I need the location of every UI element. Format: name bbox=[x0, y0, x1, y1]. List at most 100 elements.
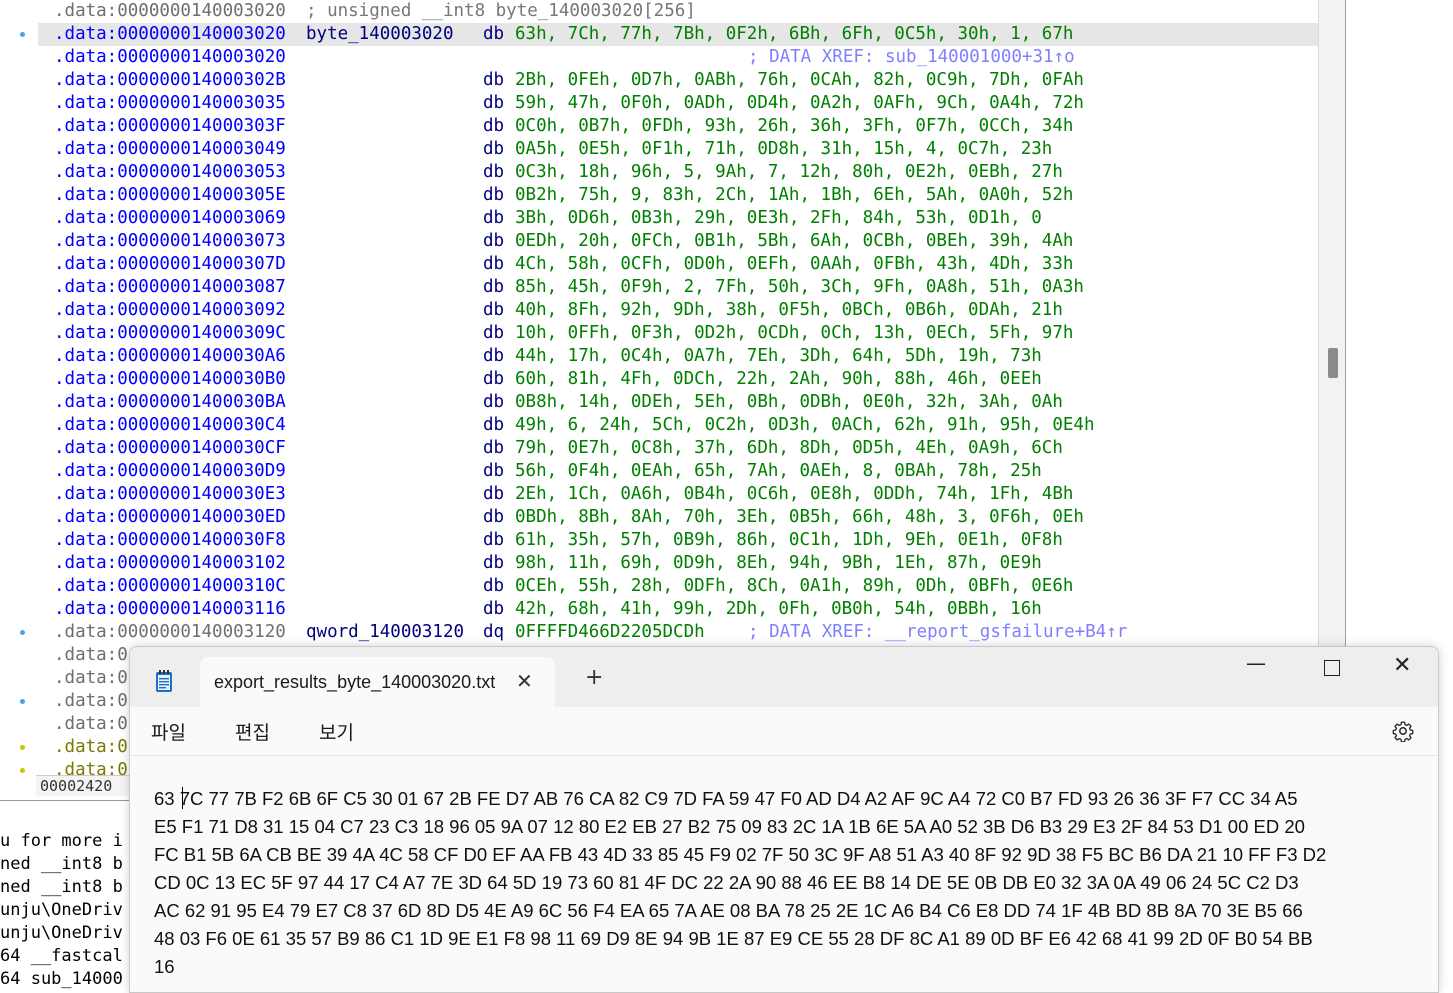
menu-edit[interactable]: 편집 bbox=[235, 718, 270, 745]
line-address[interactable]: .data:00000001400030B0 bbox=[54, 368, 286, 391]
line-operands[interactable]: 85h, 45h, 0F9h, 2, 7Fh, 50h, 3Ch, 9Fh, 0… bbox=[515, 276, 1084, 299]
line-address[interactable]: .data:00000001400030A6 bbox=[54, 345, 286, 368]
ida-line[interactable]: .data:000000014000305E db 0B2h, 75h, 9, 83… bbox=[38, 184, 1318, 207]
line-operands[interactable]: 10h, 0FFh, 0F3h, 0D2h, 0CDh, 0Ch, 13h, 0… bbox=[515, 322, 1073, 345]
line-operands[interactable]: 0C0h, 0B7h, 0FDh, 93h, 26h, 36h, 3Fh, 0F… bbox=[515, 115, 1073, 138]
ida-line[interactable]: .data:0000000140003087 db 85h, 45h, 0F9h, … bbox=[38, 276, 1318, 299]
ida-line[interactable]: .data:00000001400030A6 db 44h, 17h, 0C4h, … bbox=[38, 345, 1318, 368]
line-operands[interactable]: 98h, 11h, 69h, 0D9h, 8Eh, 94h, 9Bh, 1Eh,… bbox=[515, 552, 1042, 575]
line-operands[interactable]: 60h, 81h, 4Fh, 0DCh, 22h, 2Ah, 90h, 88h,… bbox=[515, 368, 1042, 391]
line-address[interactable]: .data:00000001400030BA bbox=[54, 391, 286, 414]
line-label[interactable]: byte_140003020 bbox=[306, 23, 454, 46]
line-address[interactable]: .data:00000001400030ED bbox=[54, 506, 286, 529]
line-xref[interactable]: ; DATA XREF: __report_gsfailure+B4↑r bbox=[748, 621, 1127, 644]
line-address[interactable]: .data:0000000140003020 bbox=[54, 23, 286, 46]
line-operands[interactable]: 0EDh, 20h, 0FCh, 0B1h, 5Bh, 6Ah, 0CBh, 0… bbox=[515, 230, 1073, 253]
line-address[interactable]: .data:0000000140003116 bbox=[54, 598, 286, 621]
ida-line[interactable]: .data:000000014000307D db 4Ch, 58h, 0CFh, … bbox=[38, 253, 1318, 276]
plus-icon[interactable]: + bbox=[585, 667, 603, 689]
line-address[interactable]: .data:0000000140003035 bbox=[54, 92, 286, 115]
line-operands[interactable]: 2Bh, 0FEh, 0D7h, 0ABh, 76h, 0CAh, 82h, 0… bbox=[515, 69, 1084, 92]
line-address[interactable]: .data:000000014000309C bbox=[54, 322, 286, 345]
line-address[interactable]: .data:0000000140003020 bbox=[54, 0, 286, 23]
line-address[interactable]: .data:000000014000302B bbox=[54, 69, 286, 92]
ida-line[interactable]: .data:00000001400030CF db 79h, 0E7h, 0C8h,… bbox=[38, 437, 1318, 460]
line-address[interactable]: .data:0000000140003069 bbox=[54, 207, 286, 230]
notepad-title-bar[interactable]: export_results_byte_140003020.txt ✕ + — … bbox=[130, 647, 1438, 707]
ida-line[interactable]: .data:0000000140003020 ; DATA XREF: sub_1… bbox=[38, 46, 1318, 69]
ida-output-window[interactable]: u for more i ned __int8 b ned __int8 b unju… bbox=[0, 800, 140, 992]
line-operands[interactable]: 3Bh, 0D6h, 0B3h, 29h, 0E3h, 2Fh, 84h, 53… bbox=[515, 207, 1042, 230]
line-xref[interactable]: ; DATA XREF: sub_140001000+31↑o bbox=[748, 46, 1075, 69]
menu-file[interactable]: 파일 bbox=[151, 718, 186, 745]
gear-icon[interactable] bbox=[1392, 720, 1414, 742]
notepad-window[interactable]: export_results_byte_140003020.txt ✕ + — … bbox=[129, 646, 1439, 993]
line-operands[interactable]: 0B2h, 75h, 9, 83h, 2Ch, 1Ah, 1Bh, 6Eh, 5… bbox=[515, 184, 1073, 207]
line-address[interactable]: .data:000000014000307D bbox=[54, 253, 286, 276]
ida-line[interactable]: .data:000000014000302B db 2Bh, 0FEh, 0D7h,… bbox=[38, 69, 1318, 92]
line-label[interactable]: qword_140003120 bbox=[306, 621, 464, 644]
ida-line[interactable]: .data:000000014000310C db 0CEh, 55h, 28h, … bbox=[38, 575, 1318, 598]
line-address[interactable]: .data:00000001400030C4 bbox=[54, 414, 286, 437]
line-address[interactable]: .data:0 bbox=[54, 736, 128, 759]
ida-line[interactable]: .data:00000001400030ED db 0BDh, 8Bh, 8Ah, … bbox=[38, 506, 1318, 529]
line-address[interactable]: .data:000000014000310C bbox=[54, 575, 286, 598]
ida-line[interactable]: .data:0000000140003116 db 42h, 68h, 41h, 9… bbox=[38, 598, 1318, 621]
line-operands[interactable]: 2Eh, 1Ch, 0A6h, 0B4h, 0C6h, 0E8h, 0DDh, … bbox=[515, 483, 1073, 506]
line-address[interactable]: .data:0000000140003049 bbox=[54, 138, 286, 161]
line-operands[interactable]: 0FFFFD466D2205DCDh bbox=[515, 621, 705, 644]
ida-line[interactable]: .data:0000000140003020 ; unsigned __int8 … bbox=[38, 0, 1318, 23]
line-operands[interactable]: 40h, 8Fh, 92h, 9Dh, 38h, 0F5h, 0BCh, 0B6… bbox=[515, 299, 1063, 322]
ida-line[interactable]: .data:0000000140003053 db 0C3h, 18h, 96h, … bbox=[38, 161, 1318, 184]
ida-line[interactable]: .data:000000014000309C db 10h, 0FFh, 0F3h,… bbox=[38, 322, 1318, 345]
line-operands[interactable]: 0C3h, 18h, 96h, 5, 9Ah, 7, 12h, 80h, 0E2… bbox=[515, 161, 1063, 184]
line-operands[interactable]: 79h, 0E7h, 0C8h, 37h, 6Dh, 8Dh, 0D5h, 4E… bbox=[515, 437, 1063, 460]
line-operands[interactable]: 4Ch, 58h, 0CFh, 0D0h, 0EFh, 0AAh, 0FBh, … bbox=[515, 253, 1073, 276]
ida-line[interactable]: .data:0000000140003092 db 40h, 8Fh, 92h, 9… bbox=[38, 299, 1318, 322]
ida-line[interactable]: .data:00000001400030E3 db 2Eh, 1Ch, 0A6h, … bbox=[38, 483, 1318, 506]
line-address[interactable]: .data:0000000140003102 bbox=[54, 552, 286, 575]
line-address[interactable]: .data:00000001400030CF bbox=[54, 437, 286, 460]
line-address[interactable]: .data:00000001400030D9 bbox=[54, 460, 286, 483]
line-address[interactable]: .data:0 bbox=[54, 690, 128, 713]
line-address[interactable]: .data:00000001400030E3 bbox=[54, 483, 286, 506]
line-address[interactable]: .data:000000014000303F bbox=[54, 115, 286, 138]
ida-line[interactable]: .data:00000001400030F8 db 61h, 35h, 57h, 0… bbox=[38, 529, 1318, 552]
ida-line[interactable]: .data:0000000140003049 db 0A5h, 0E5h, 0F1h… bbox=[38, 138, 1318, 161]
line-operands[interactable]: 0BDh, 8Bh, 8Ah, 70h, 3Eh, 0B5h, 66h, 48h… bbox=[515, 506, 1084, 529]
line-address[interactable]: .data:0000000140003120 bbox=[54, 621, 286, 644]
ida-line[interactable]: .data:00000001400030B0 db 60h, 81h, 4Fh, 0… bbox=[38, 368, 1318, 391]
line-operands[interactable]: 42h, 68h, 41h, 99h, 2Dh, 0Fh, 0B0h, 54h,… bbox=[515, 598, 1042, 621]
close-icon[interactable]: ✕ bbox=[1393, 653, 1411, 678]
tab-export-results[interactable]: export_results_byte_140003020.txt ✕ bbox=[200, 657, 555, 707]
line-operands[interactable]: 0A5h, 0E5h, 0F1h, 71h, 0D8h, 31h, 15h, 4… bbox=[515, 138, 1052, 161]
ida-line[interactable]: .data:0000000140003073 db 0EDh, 20h, 0FCh,… bbox=[38, 230, 1318, 253]
line-address[interactable]: .data:0 bbox=[54, 644, 128, 667]
line-address[interactable]: .data:0000000140003053 bbox=[54, 161, 286, 184]
ida-line[interactable]: .data:0000000140003120 qword_140003120 dq 0… bbox=[38, 621, 1318, 644]
line-address[interactable]: .data:00000001400030F8 bbox=[54, 529, 286, 552]
line-operands[interactable]: 59h, 47h, 0F0h, 0ADh, 0D4h, 0A2h, 0AFh, … bbox=[515, 92, 1084, 115]
line-operands[interactable]: 56h, 0F4h, 0EAh, 65h, 7Ah, 0AEh, 8, 0BAh… bbox=[515, 460, 1042, 483]
ida-line[interactable]: .data:00000001400030BA db 0B8h, 14h, 0DEh,… bbox=[38, 391, 1318, 414]
ida-line[interactable]: .data:00000001400030D9 db 56h, 0F4h, 0EAh,… bbox=[38, 460, 1318, 483]
ida-line[interactable]: .data:00000001400030C4 db 49h, 6, 24h, 5Ch… bbox=[38, 414, 1318, 437]
line-address[interactable]: .data:0 bbox=[54, 713, 128, 736]
ida-line[interactable]: .data:000000014000303F db 0C0h, 0B7h, 0FDh… bbox=[38, 115, 1318, 138]
line-address[interactable]: .data:0000000140003073 bbox=[54, 230, 286, 253]
line-address[interactable]: .data:0000000140003087 bbox=[54, 276, 286, 299]
ida-scrollbar-thumb[interactable] bbox=[1328, 348, 1338, 378]
ida-line[interactable]: .data:0000000140003069 db 3Bh, 0D6h, 0B3h,… bbox=[38, 207, 1318, 230]
menu-view[interactable]: 보기 bbox=[319, 718, 354, 745]
ida-line[interactable]: .data:0000000140003102 db 98h, 11h, 69h, 0… bbox=[38, 552, 1318, 575]
line-address[interactable]: .data:0 bbox=[54, 667, 128, 690]
line-address[interactable]: .data:0000000140003020 bbox=[54, 46, 286, 69]
minimize-icon[interactable]: — bbox=[1246, 651, 1266, 675]
line-address[interactable]: .data:0000000140003092 bbox=[54, 299, 286, 322]
line-operands[interactable]: 49h, 6, 24h, 5Ch, 0C2h, 0D3h, 0ACh, 62h,… bbox=[515, 414, 1094, 437]
line-operands[interactable]: 61h, 35h, 57h, 0B9h, 86h, 0C1h, 1Dh, 9Eh… bbox=[515, 529, 1063, 552]
close-icon[interactable]: ✕ bbox=[516, 669, 533, 693]
line-operands[interactable]: 0B8h, 14h, 0DEh, 5Eh, 0Bh, 0DBh, 0E0h, 3… bbox=[515, 391, 1063, 414]
ida-line[interactable]: .data:0000000140003035 db 59h, 47h, 0F0h, … bbox=[38, 92, 1318, 115]
notepad-text-area[interactable]: 63 7C 77 7B F2 6B 6F C5 30 01 67 2B FE D… bbox=[154, 785, 1424, 981]
